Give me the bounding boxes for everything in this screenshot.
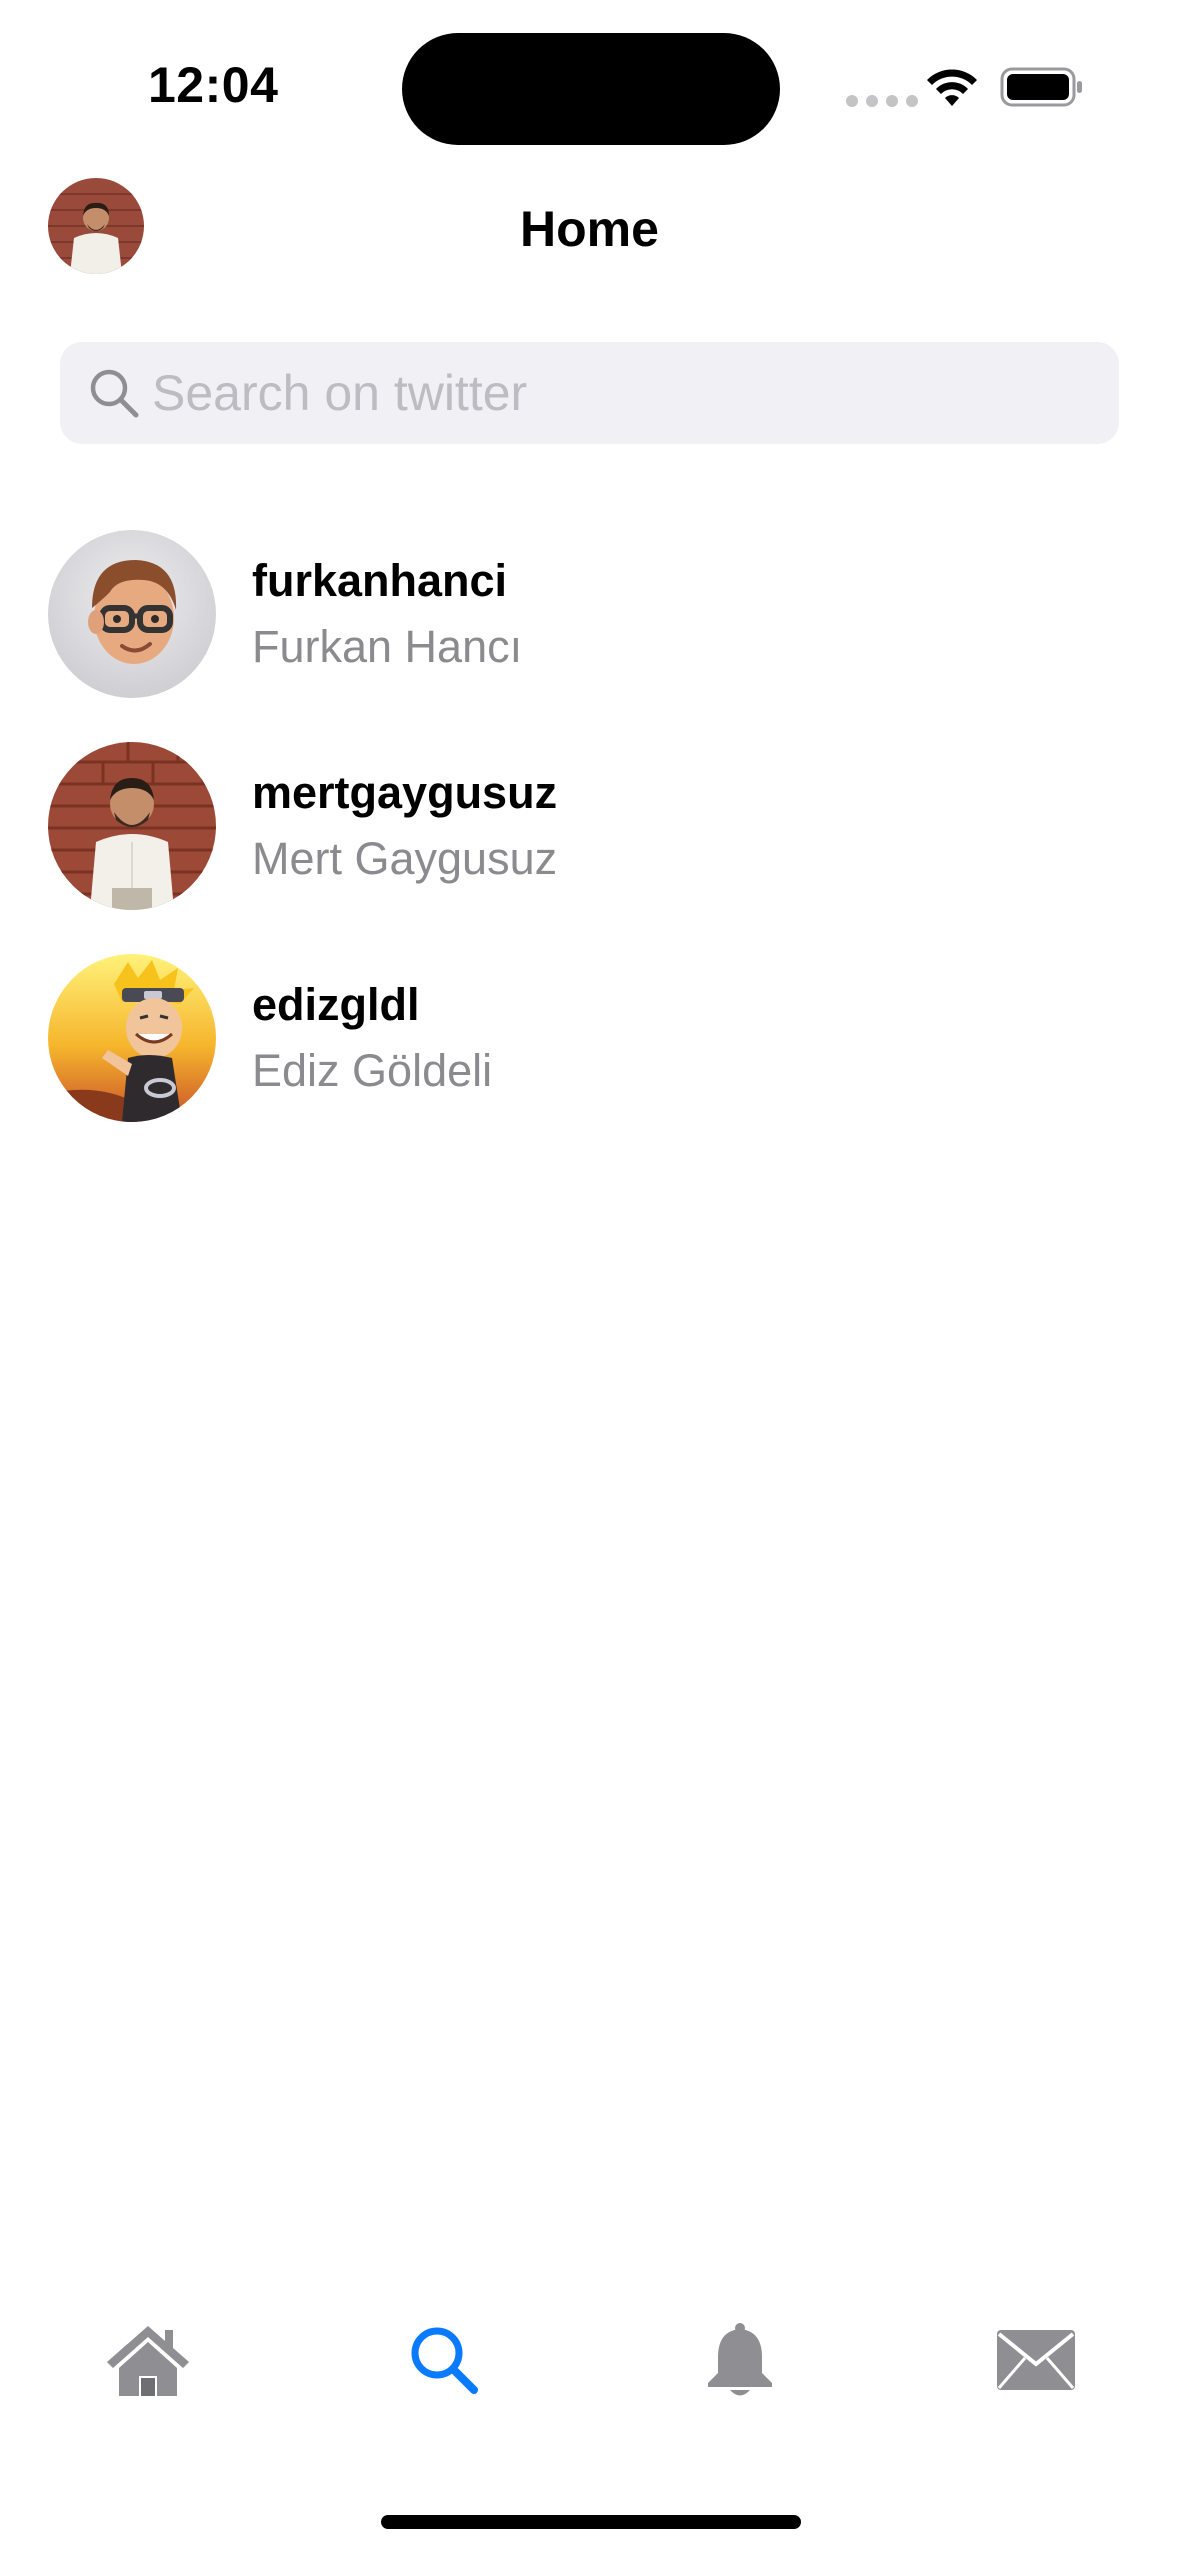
user-avatar (48, 742, 216, 910)
user-handle: edizgldl (252, 979, 420, 1030)
tab-search[interactable] (384, 2300, 504, 2420)
tab-bar (0, 2300, 1179, 2440)
user-avatar (48, 954, 216, 1122)
status-bar: 12:04 (0, 0, 1179, 170)
user-handle: furkanhanci (252, 555, 508, 606)
user-row[interactable]: furkanhanci Furkan Hancı (0, 515, 1179, 715)
house-icon (107, 2326, 189, 2396)
user-row[interactable]: edizgldl Ediz Göldeli (0, 939, 1179, 1139)
user-row[interactable]: mertgaygusuz Mert Gaygusuz (0, 727, 1179, 927)
tab-home[interactable] (88, 2300, 208, 2420)
search-input[interactable] (152, 342, 1092, 444)
user-display-name: Mert Gaygusuz (252, 833, 558, 884)
cellular-signal-icon (846, 95, 918, 107)
user-avatar (48, 530, 216, 698)
memoji-avatar (48, 530, 216, 698)
wifi-icon (927, 69, 977, 106)
home-indicator (381, 2515, 801, 2529)
page-title: Home (520, 201, 659, 257)
user-display-name: Furkan Hancı (252, 621, 523, 672)
battery-icon (1000, 67, 1082, 107)
dynamic-island (402, 33, 780, 145)
tab-notifications[interactable] (680, 2300, 800, 2420)
search-icon (90, 369, 139, 418)
envelope-icon (997, 2330, 1075, 2390)
bell-icon (708, 2323, 772, 2396)
user-display-name: Ediz Göldeli (252, 1045, 493, 1096)
search-bar[interactable] (60, 342, 1119, 444)
tab-messages[interactable] (976, 2300, 1096, 2420)
photo-avatar (48, 742, 216, 910)
anime-avatar (48, 954, 216, 1122)
user-handle: mertgaygusuz (252, 767, 558, 818)
magnifying-glass-icon (411, 2327, 478, 2394)
status-time: 12:04 (148, 57, 279, 113)
